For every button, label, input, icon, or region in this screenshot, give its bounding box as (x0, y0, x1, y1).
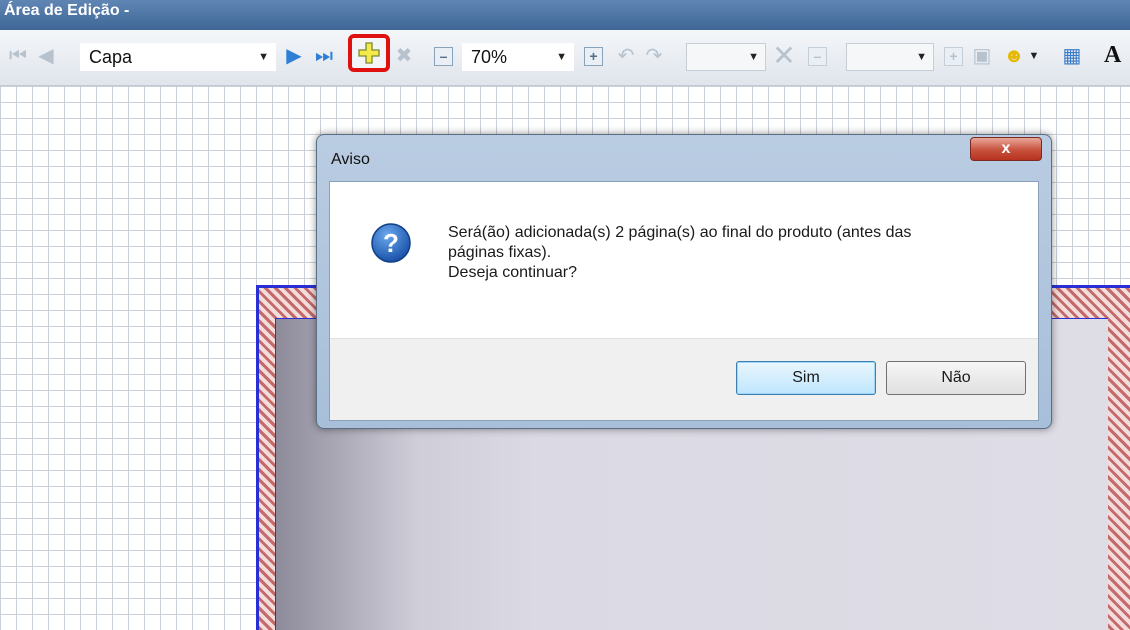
dialog-close-button[interactable]: x (970, 137, 1042, 161)
editor-toolbar: ⏮ ◀ Capa ▼ ▶ ⏭ ✖ – 70% ▼ + ↶ ↷ ▼ ✕ – ▼ +… (0, 30, 1130, 86)
message-line: Será(ão) adicionada(s) 2 página(s) ao fi… (448, 224, 912, 241)
dialog-title: Aviso (331, 151, 370, 168)
increase-size-button[interactable]: + (944, 47, 963, 66)
message-area: ? Será(ão) adicionada(s) 2 página(s) ao … (330, 182, 1038, 338)
undo-icon[interactable]: ↶ (614, 39, 638, 73)
zoom-in-button[interactable]: + (584, 47, 603, 66)
chevron-down-icon: ▼ (748, 51, 759, 63)
zoom-out-button[interactable]: – (434, 47, 453, 66)
chevron-down-icon: ▼ (556, 51, 567, 63)
chevron-down-icon: ▼ (258, 51, 269, 63)
message-line: páginas fixas). (448, 244, 552, 261)
dialog-body: ? Será(ão) adicionada(s) 2 página(s) ao … (329, 181, 1039, 421)
page-select[interactable]: Capa ▼ (80, 43, 276, 71)
question-icon: ? (371, 223, 411, 263)
window-title: Área de Edição - (4, 2, 130, 19)
yes-button[interactable]: Sim (736, 361, 876, 395)
chevron-down-icon: ▼ (916, 51, 927, 63)
size-select[interactable]: ▼ (846, 43, 934, 71)
text-tool-icon[interactable]: A (1104, 42, 1121, 69)
font-select[interactable]: ▼ (686, 43, 766, 71)
redo-icon[interactable]: ↷ (642, 39, 666, 73)
close-x-icon[interactable]: ✕ (772, 39, 796, 73)
next-page-icon[interactable]: ▶ (282, 39, 306, 73)
previous-page-icon[interactable]: ◀ (34, 39, 58, 73)
plus-icon (358, 42, 380, 64)
warning-dialog: Aviso x ? Será(ão) adicionada(s) 2 págin… (316, 134, 1052, 429)
svg-text:?: ? (383, 228, 399, 258)
page-select-value: Capa (89, 47, 133, 67)
zoom-select[interactable]: 70% ▼ (462, 43, 574, 71)
message-line: Deseja continuar? (448, 264, 577, 281)
dialog-message: Será(ão) adicionada(s) 2 página(s) ao fi… (448, 223, 1008, 283)
zoom-select-value: 70% (471, 47, 508, 67)
add-page-button[interactable] (348, 34, 390, 72)
delete-page-icon[interactable]: ✖ (392, 39, 416, 73)
no-button[interactable]: Não (886, 361, 1026, 395)
chevron-down-icon[interactable]: ▼ (1022, 39, 1046, 73)
first-page-icon[interactable]: ⏮ (6, 39, 30, 73)
decrease-size-button[interactable]: – (808, 47, 827, 66)
image-icon[interactable]: ▦ (1060, 39, 1084, 73)
window-titlebar: Área de Edição - (0, 0, 1130, 30)
lock-icon[interactable]: ▣ (970, 39, 994, 73)
last-page-icon[interactable]: ⏭ (312, 39, 336, 73)
dialog-button-bar: Sim Não (330, 338, 1038, 420)
